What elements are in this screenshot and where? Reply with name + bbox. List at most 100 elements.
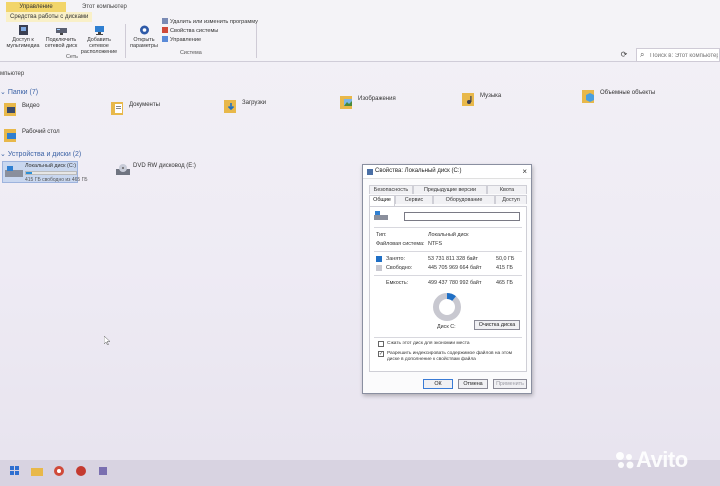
type-value: Локальный диск [428,232,469,238]
network-location-icon [94,26,104,35]
app-icon[interactable] [74,464,88,478]
network-drive-icon [55,28,67,35]
dvd-drive-icon [116,164,130,175]
system-properties-command[interactable]: Свойства системы [162,27,218,35]
gear-icon [139,25,149,35]
drive-icon [367,169,373,175]
drive-c-usage-bar [25,171,77,175]
desktop-folder-icon [4,129,16,142]
drives-section-header[interactable]: ⌄ Устройства и диски (2) [0,150,81,158]
folders-section-title: Папки (7) [7,89,39,96]
manage-icon [162,36,168,42]
tab-security[interactable]: Безопасность [369,185,413,194]
cancel-button[interactable]: Отмена [458,379,488,389]
breadcrumb[interactable]: мпьютер [0,71,24,77]
type-label: Тип: [376,232,387,238]
taskbar [0,460,720,486]
search-icon: ⌕ [640,50,645,59]
uninstall-program-label: Удалить или изменить программу [170,19,258,25]
used-label: Занято: [386,256,406,262]
refresh-icon: ⟳ [620,50,628,59]
tab-tools[interactable]: Сервис [395,195,433,204]
system-properties-label: Свойства системы [170,28,219,34]
divider [374,337,522,338]
close-icon[interactable]: × [522,167,527,176]
drives-section-title: Устройства и диски (2) [7,151,82,158]
tab-general[interactable]: Общие [369,195,395,206]
folder-label: Объемные объекты [600,90,656,96]
index-checkbox[interactable]: ✓ [378,351,384,357]
dialog-title: Свойства: Локальный диск (C:) [375,168,462,174]
free-bytes: 445 705 969 664 байт [428,265,482,271]
programs-icon [162,18,168,24]
disk-label: Диск C: [437,324,456,330]
system-properties-icon [162,27,168,33]
screen: Управление Этот компьютер Средства работ… [0,0,720,486]
search-box[interactable]: ⌕ [636,48,720,62]
drive-c-usage-fill [26,172,32,174]
folder-label: Рабочий стол [22,129,60,135]
app-icon[interactable] [96,464,110,478]
donut-free-ring [433,293,461,321]
start-icon[interactable] [8,464,22,478]
free-space-swatch [376,265,382,271]
filesystem-value: NTFS [428,241,443,247]
folder-label: Загрузки [242,100,267,106]
compress-checkbox[interactable] [378,341,384,347]
window-title: Этот компьютер [82,4,127,10]
disk-usage-donut [433,293,461,321]
avito-logo-icon [616,452,634,469]
apply-button[interactable]: Применить [493,379,527,389]
used-space-swatch [376,256,382,262]
dialog-title-bar[interactable]: Свойства: Локальный диск (C:) × [363,165,531,179]
used-gb: 50,0 ГБ [496,256,515,262]
avito-watermark-text: Avito [636,447,688,472]
capacity-bytes: 499 437 780 992 байт [428,280,482,286]
drive-c-item[interactable]: Локальный диск (C:) 415 ГБ свободно из 4… [2,161,88,183]
context-tab-manage[interactable]: Управление [6,2,66,12]
divider [374,227,522,228]
tab-row-top: Безопасность Предыдущие версии Квота [369,185,527,194]
file-explorer-icon[interactable] [30,464,44,478]
capacity-label: Емкость: [386,280,409,286]
free-label: Свободно: [386,265,413,271]
tab-previous-versions[interactable]: Предыдущие версии [413,185,487,194]
drive-c-free-text: 415 ГБ свободно из 465 ГБ [25,177,88,183]
tab-sharing[interactable]: Доступ [495,195,527,204]
3d-objects-folder-icon [582,90,594,103]
filesystem-label: Файловая система: [376,241,425,247]
media-access-icon [18,25,28,35]
refresh-button[interactable]: ⟳ [618,50,630,60]
folders-section-header[interactable]: ⌄ Папки (7) [0,88,38,96]
avito-watermark: Avito [614,447,688,473]
tab-quota[interactable]: Квота [487,185,527,194]
search-input[interactable] [650,51,718,60]
folder-label: Музыка [480,93,502,99]
address-row: ⟳ ⌕ [0,46,720,64]
general-tab-panel: Тип: Локальный диск Файловая система: NT… [369,206,527,372]
windows-drive-icon [5,166,23,177]
ribbon-tabs: Средства работы с дисками [0,12,720,22]
local-disk-icon [374,211,388,220]
drive-c-name: Локальный диск (C:) [25,163,77,169]
index-label: Разрешить индексировать содержимое файло… [387,351,512,362]
disk-cleanup-button[interactable]: Очистка диска [474,320,520,330]
music-folder-icon [462,93,474,106]
manage-command[interactable]: Управление [162,36,201,44]
tab-drive-tools[interactable]: Средства работы с дисками [6,12,93,22]
capacity-gb: 465 ГБ [496,280,513,286]
tab-row-bottom: Общие Сервис Оборудование Доступ [369,195,527,206]
tab-hardware[interactable]: Оборудование [433,195,495,204]
mouse-cursor-icon [104,336,110,345]
divider [374,251,522,252]
downloads-folder-icon [224,100,236,113]
browser-icon[interactable] [52,464,66,478]
folder-label: Изображения [358,96,396,102]
ok-button[interactable]: ОК [423,379,453,389]
used-bytes: 53 731 811 328 байт [428,256,479,262]
volume-label-input[interactable] [404,212,520,221]
uninstall-program-command[interactable]: Удалить или изменить программу [162,18,258,26]
chevron-down-icon: ⌄ [0,151,6,158]
free-gb: 415 ГБ [496,265,513,271]
video-folder-icon [4,103,16,116]
